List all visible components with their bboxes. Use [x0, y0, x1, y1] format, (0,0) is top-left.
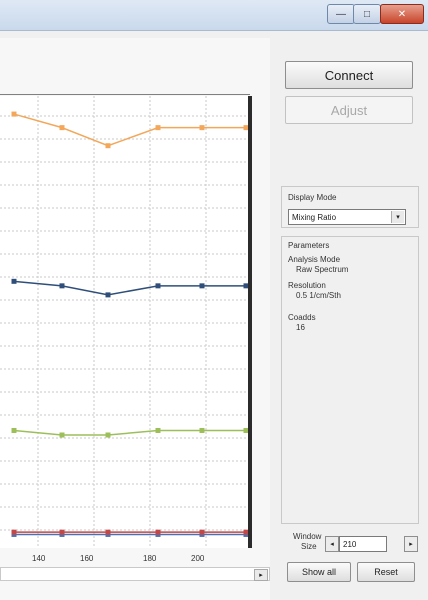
minimize-icon: — — [336, 8, 346, 20]
display-mode-label: Display Mode — [288, 193, 337, 202]
x-tick-label: 180 — [143, 554, 157, 563]
x-tick-label: 200 — [191, 554, 205, 563]
window-size-label: Window — [293, 532, 322, 541]
chevron-left-icon: ◂ — [330, 541, 334, 548]
series-point — [155, 125, 161, 131]
connect-button[interactable]: Connect — [285, 61, 413, 89]
coadds-value: 16 — [296, 323, 305, 332]
coadds-label: Coadds — [288, 313, 316, 322]
maximize-icon: □ — [363, 8, 371, 20]
series-point — [155, 529, 161, 535]
minimize-button[interactable]: — — [327, 4, 355, 24]
show-all-button[interactable]: Show all — [287, 562, 351, 582]
scroll-right-button[interactable]: ▸ — [254, 569, 268, 581]
plot-svg — [0, 96, 248, 548]
series-point — [11, 278, 17, 284]
x-tick-label: 160 — [80, 554, 94, 563]
window-size-controls: Window Size ◂ 210 ▸ Show all Reset — [281, 532, 421, 582]
window-size-decrement[interactable]: ◂ — [325, 536, 339, 552]
series-point — [155, 427, 161, 433]
window-size-increment[interactable]: ▸ — [404, 536, 418, 552]
series-point — [105, 529, 111, 535]
adjust-button[interactable]: Adjust — [285, 96, 413, 124]
series-point — [199, 125, 205, 131]
parameters-group: Parameters Analysis Mode Raw Spectrum Re… — [281, 236, 419, 524]
series-point — [11, 529, 17, 535]
series-line — [13, 429, 246, 436]
series-point — [199, 427, 205, 433]
resolution-value: 0.5 1/cm/Sth — [296, 291, 341, 300]
close-button[interactable]: ✕ — [380, 4, 424, 24]
series-point — [243, 529, 248, 535]
horizontal-scrollbar[interactable]: ▸ — [0, 567, 270, 581]
plot-frame: 140 160 180 200 ▸ — [0, 38, 270, 600]
x-tick-label: 140 — [32, 554, 46, 563]
title-bar: — □ ✕ — [0, 0, 428, 31]
window-size-input[interactable]: 210 — [339, 536, 387, 552]
series-point — [243, 427, 248, 433]
analysis-mode-label: Analysis Mode — [288, 255, 341, 264]
window-size-label: Size — [301, 542, 317, 551]
chevron-down-icon: ▾ — [391, 211, 404, 223]
series-line — [13, 280, 246, 296]
maximize-button[interactable]: □ — [353, 4, 381, 24]
chevron-right-icon: ▸ — [259, 572, 263, 579]
display-mode-select[interactable]: Mixing Ratio ▾ — [288, 209, 406, 225]
resolution-label: Resolution — [288, 281, 326, 290]
series-point — [11, 427, 17, 433]
series-point — [11, 111, 17, 117]
chevron-right-icon: ▸ — [409, 541, 413, 548]
series-point — [59, 432, 65, 438]
series-point — [59, 283, 65, 289]
series-line — [13, 113, 246, 147]
series-point — [59, 529, 65, 535]
series-point — [243, 283, 248, 289]
series-point — [105, 143, 111, 149]
display-mode-group: Display Mode Mixing Ratio ▾ — [281, 186, 419, 228]
display-mode-value: Mixing Ratio — [292, 212, 337, 222]
close-icon: ✕ — [397, 8, 407, 20]
series-point — [105, 432, 111, 438]
series-point — [243, 125, 248, 131]
plot-area[interactable] — [0, 96, 252, 548]
analysis-mode-value: Raw Spectrum — [296, 265, 349, 274]
window-size-value: 210 — [343, 539, 357, 549]
reset-button[interactable]: Reset — [357, 562, 415, 582]
plot-top-border — [0, 94, 250, 95]
series-point — [59, 125, 65, 131]
series-point — [199, 283, 205, 289]
x-axis-labels: 140 160 180 200 — [0, 554, 250, 568]
series-point — [155, 283, 161, 289]
series-point — [199, 529, 205, 535]
parameters-label: Parameters — [288, 241, 330, 250]
series-point — [105, 292, 111, 298]
